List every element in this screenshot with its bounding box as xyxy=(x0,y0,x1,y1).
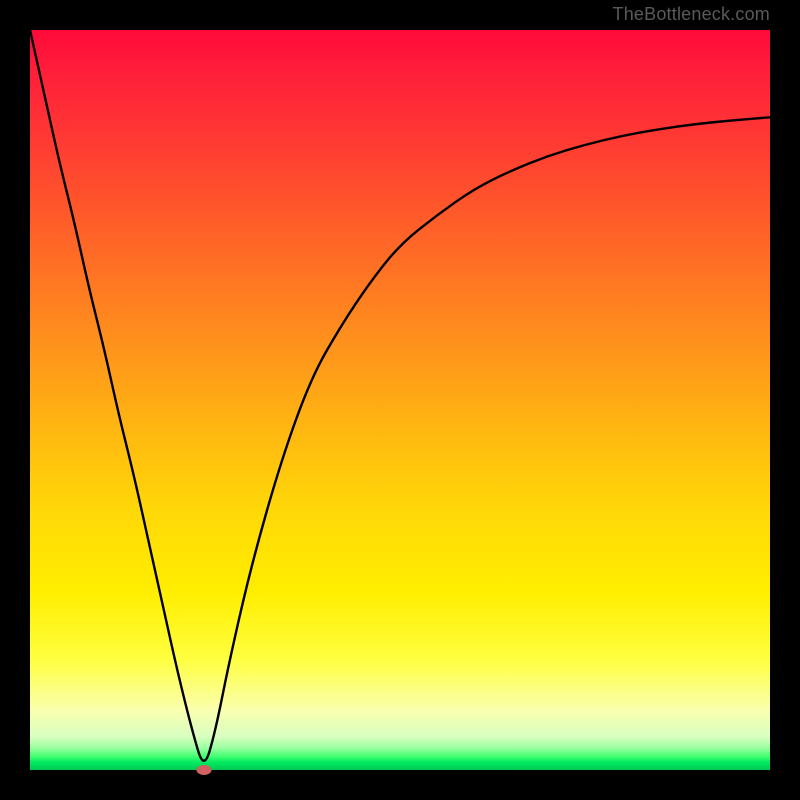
attribution-text: TheBottleneck.com xyxy=(613,4,770,25)
minimum-marker xyxy=(196,765,211,775)
chart-frame: TheBottleneck.com xyxy=(0,0,800,800)
bottleneck-curve xyxy=(30,30,770,761)
curve-svg xyxy=(30,30,770,770)
plot-area xyxy=(30,30,770,770)
